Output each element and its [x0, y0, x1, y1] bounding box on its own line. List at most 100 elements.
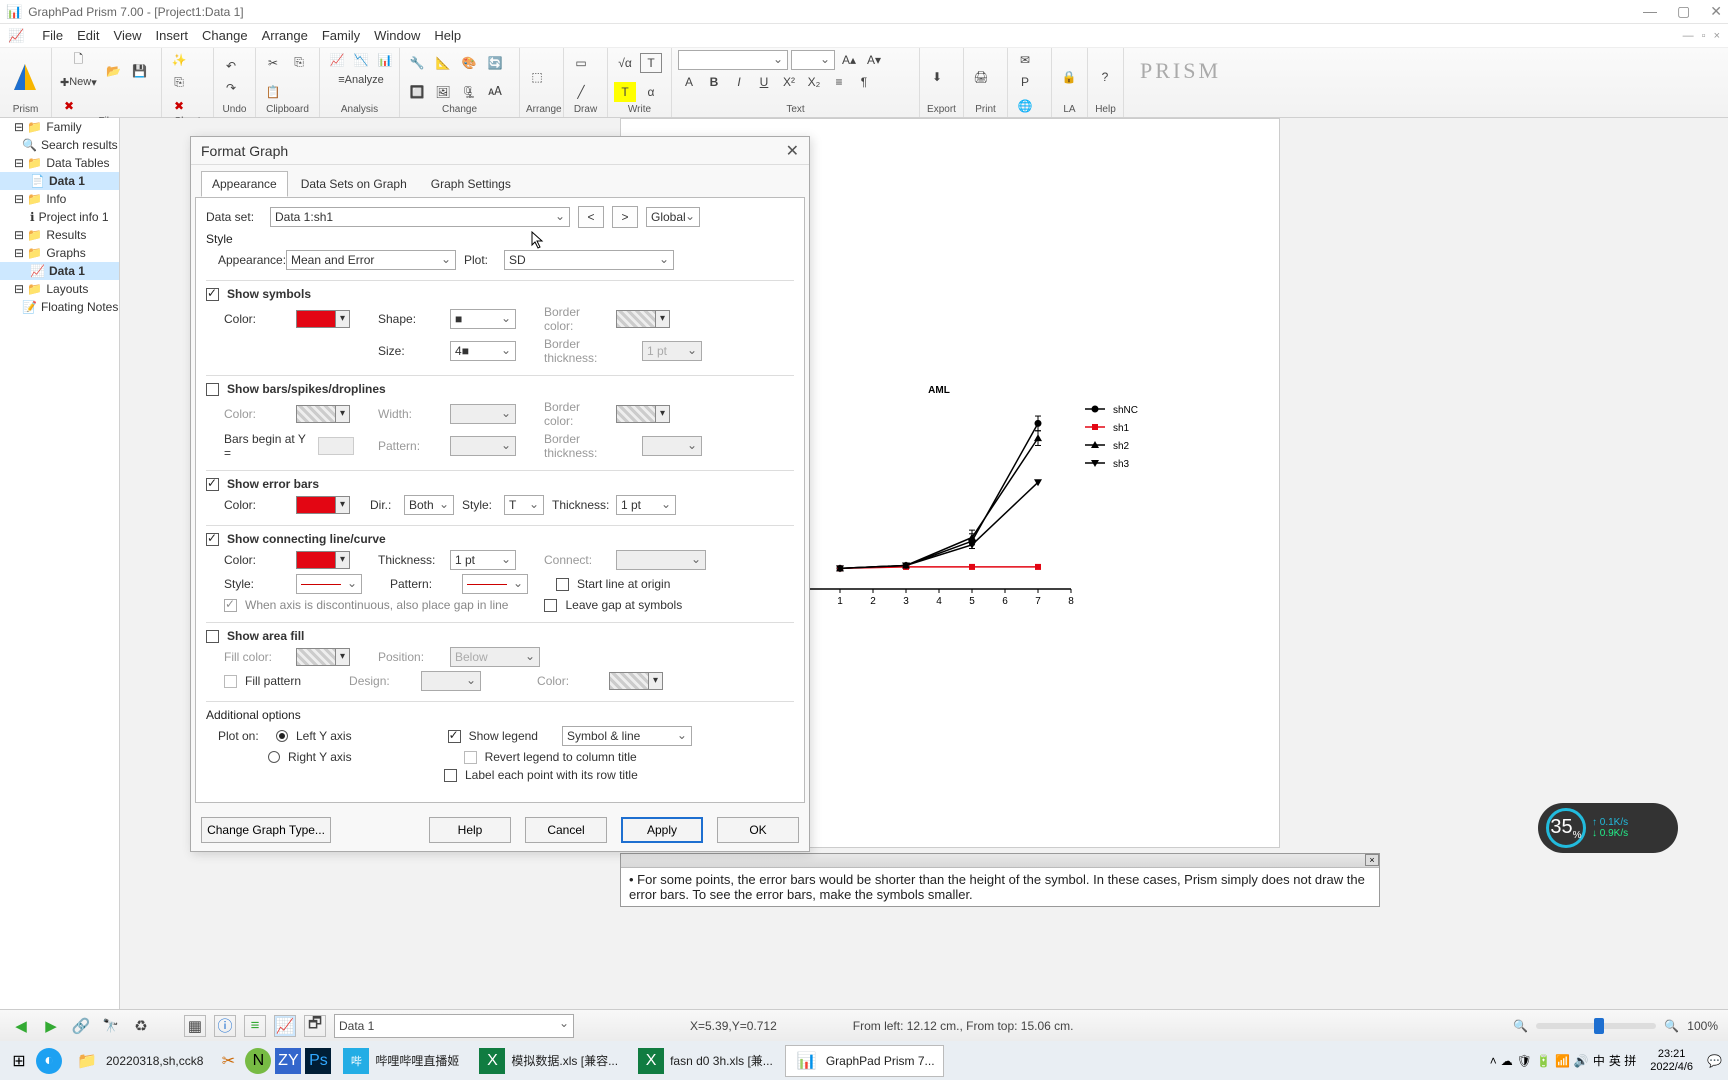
tab-appearance[interactable]: Appearance: [201, 171, 288, 197]
conn-style-select[interactable]: [296, 574, 362, 594]
show-bars-check[interactable]: [206, 383, 219, 396]
write-highlight-icon[interactable]: T: [614, 82, 636, 102]
analyze-button[interactable]: ≡ Analyze: [329, 70, 393, 90]
dup-sheet-icon[interactable]: ⎘: [168, 72, 190, 92]
font-grow-icon[interactable]: A▴: [838, 50, 860, 70]
connect-select[interactable]: [616, 550, 706, 570]
next-dataset-button[interactable]: >: [612, 206, 638, 228]
menu-help[interactable]: Help: [434, 28, 461, 43]
tree-data-tables[interactable]: ⊟ 📁 Data Tables: [0, 154, 119, 172]
help-button[interactable]: Help: [429, 817, 511, 843]
send-ppt-icon[interactable]: P: [1014, 72, 1036, 92]
show-error-check[interactable]: [206, 478, 219, 491]
cancel-button[interactable]: Cancel: [525, 817, 607, 843]
tree-data1-table[interactable]: 📄 Data 1: [0, 172, 119, 190]
menu-family[interactable]: Family: [322, 28, 360, 43]
symbol-color-select[interactable]: ▾: [296, 310, 350, 328]
save-icon[interactable]: 💾: [129, 61, 151, 81]
font-color-icon[interactable]: A: [678, 72, 700, 92]
close-sheet-icon[interactable]: ✖: [58, 96, 80, 116]
prism-logo-icon[interactable]: [6, 58, 44, 96]
symbol-border-color-select[interactable]: ▾: [616, 310, 670, 328]
menu-window[interactable]: Window: [374, 28, 420, 43]
change-icon-7[interactable]: 🗜: [458, 82, 480, 102]
prev-dataset-button[interactable]: <: [578, 206, 604, 228]
tree-info[interactable]: ⊟ 📁 Info: [0, 190, 119, 208]
bar-pattern-select[interactable]: [450, 436, 516, 456]
minimize-button[interactable]: —: [1643, 3, 1657, 20]
taskbar-browser-icon[interactable]: ◐: [36, 1048, 62, 1074]
nav-play-icon[interactable]: ▶: [40, 1015, 62, 1037]
apply-button[interactable]: Apply: [621, 817, 703, 843]
show-symbols-check[interactable]: [206, 288, 219, 301]
font-shrink-icon[interactable]: A▾: [863, 50, 885, 70]
bar-border-thickness-select[interactable]: [642, 436, 702, 456]
fill-pattern-check[interactable]: [224, 675, 237, 688]
undo-icon[interactable]: ↶: [220, 56, 242, 76]
tab-datasets[interactable]: Data Sets on Graph: [290, 171, 418, 197]
change-icon-4[interactable]: 🔄: [484, 53, 506, 73]
conn-color-select[interactable]: ▾: [296, 551, 350, 569]
tray-volume-icon[interactable]: 🔊: [1574, 1054, 1589, 1068]
taskbar-folder[interactable]: 📁20220318,sh,cck8: [66, 1045, 211, 1077]
draw-line-icon[interactable]: ╱: [570, 82, 592, 102]
mdi-minimize[interactable]: —: [1683, 30, 1694, 42]
new-sheet-icon[interactable]: ✨: [168, 50, 190, 70]
nav-recycle-icon[interactable]: ♻: [130, 1015, 152, 1037]
underline-icon[interactable]: U: [753, 72, 775, 92]
revert-legend-check[interactable]: [464, 751, 477, 764]
nav-graph-icon[interactable]: 📈: [274, 1015, 296, 1037]
send-web-icon[interactable]: 🌐: [1014, 96, 1036, 116]
zoom-slider[interactable]: [1536, 1023, 1656, 1029]
print-icon[interactable]: 🖨: [970, 67, 992, 87]
nav-first-icon[interactable]: ◀: [10, 1015, 32, 1037]
info-panel-close-icon[interactable]: ×: [1365, 854, 1379, 866]
show-legend-check[interactable]: [448, 730, 461, 743]
network-widget[interactable]: 35% ↑ 0.1K/s ↓ 0.9K/s: [1538, 803, 1678, 853]
help-icon[interactable]: ?: [1094, 67, 1116, 87]
taskbar-clock[interactable]: 23:212022/4/6: [1640, 1048, 1703, 1074]
symbol-border-thickness-select[interactable]: 1 pt: [642, 341, 702, 361]
change-icon-5[interactable]: 🔲: [406, 82, 428, 102]
nav-layout-icon[interactable]: 🗗: [304, 1015, 326, 1037]
tab-graph-settings[interactable]: Graph Settings: [420, 171, 522, 197]
menu-file[interactable]: File: [42, 28, 63, 43]
info-panel-bar[interactable]: ×: [621, 854, 1379, 868]
change-icon-2[interactable]: 📐: [432, 53, 454, 73]
taskbar-n-icon[interactable]: N: [245, 1048, 271, 1074]
show-conn-check[interactable]: [206, 533, 219, 546]
tray-up-icon[interactable]: ˄: [1490, 1054, 1497, 1068]
global-select[interactable]: Global: [646, 207, 700, 227]
menu-insert[interactable]: Insert: [156, 28, 189, 43]
size-select[interactable]: 4 ■: [450, 341, 516, 361]
change-icon-6[interactable]: 🖼: [432, 82, 454, 102]
bars-begin-input[interactable]: [318, 437, 354, 455]
new-file-icon[interactable]: 🗋: [58, 50, 99, 70]
error-color-select[interactable]: ▾: [296, 496, 350, 514]
tree-graphs[interactable]: ⊟ 📁 Graphs: [0, 244, 119, 262]
change-icon-3[interactable]: 🎨: [458, 53, 480, 73]
send-mail-icon[interactable]: ✉: [1014, 50, 1036, 70]
menu-change[interactable]: Change: [202, 28, 248, 43]
font-family-select[interactable]: [678, 50, 788, 70]
draw-rect-icon[interactable]: ▭: [570, 53, 592, 73]
italic-icon[interactable]: I: [728, 72, 750, 92]
zoom-in-icon[interactable]: 🔍: [1664, 1019, 1679, 1033]
appearance-select[interactable]: Mean and Error: [286, 250, 456, 270]
taskbar-excel-2[interactable]: Xfasn d0 3h.xls [兼...: [630, 1045, 781, 1077]
del-sheet-icon[interactable]: ✖: [168, 96, 190, 116]
start-origin-check[interactable]: [556, 578, 569, 591]
nav-table-icon[interactable]: ▦: [184, 1015, 206, 1037]
label-each-check[interactable]: [444, 769, 457, 782]
menu-view[interactable]: View: [114, 28, 142, 43]
bar-border-color-select[interactable]: ▾: [616, 405, 670, 423]
analysis-icon-1[interactable]: 📈: [326, 50, 348, 70]
ok-button[interactable]: OK: [717, 817, 799, 843]
leave-gap-check[interactable]: [544, 599, 557, 612]
paste-icon[interactable]: 📋: [262, 82, 284, 102]
write-sqrt-icon[interactable]: √α: [614, 53, 636, 73]
tray-shield-icon[interactable]: 🛡: [1517, 1054, 1532, 1068]
super-icon[interactable]: X²: [778, 72, 800, 92]
error-thickness-select[interactable]: 1 pt: [616, 495, 676, 515]
taskbar-ps-icon[interactable]: Ps: [305, 1048, 331, 1074]
